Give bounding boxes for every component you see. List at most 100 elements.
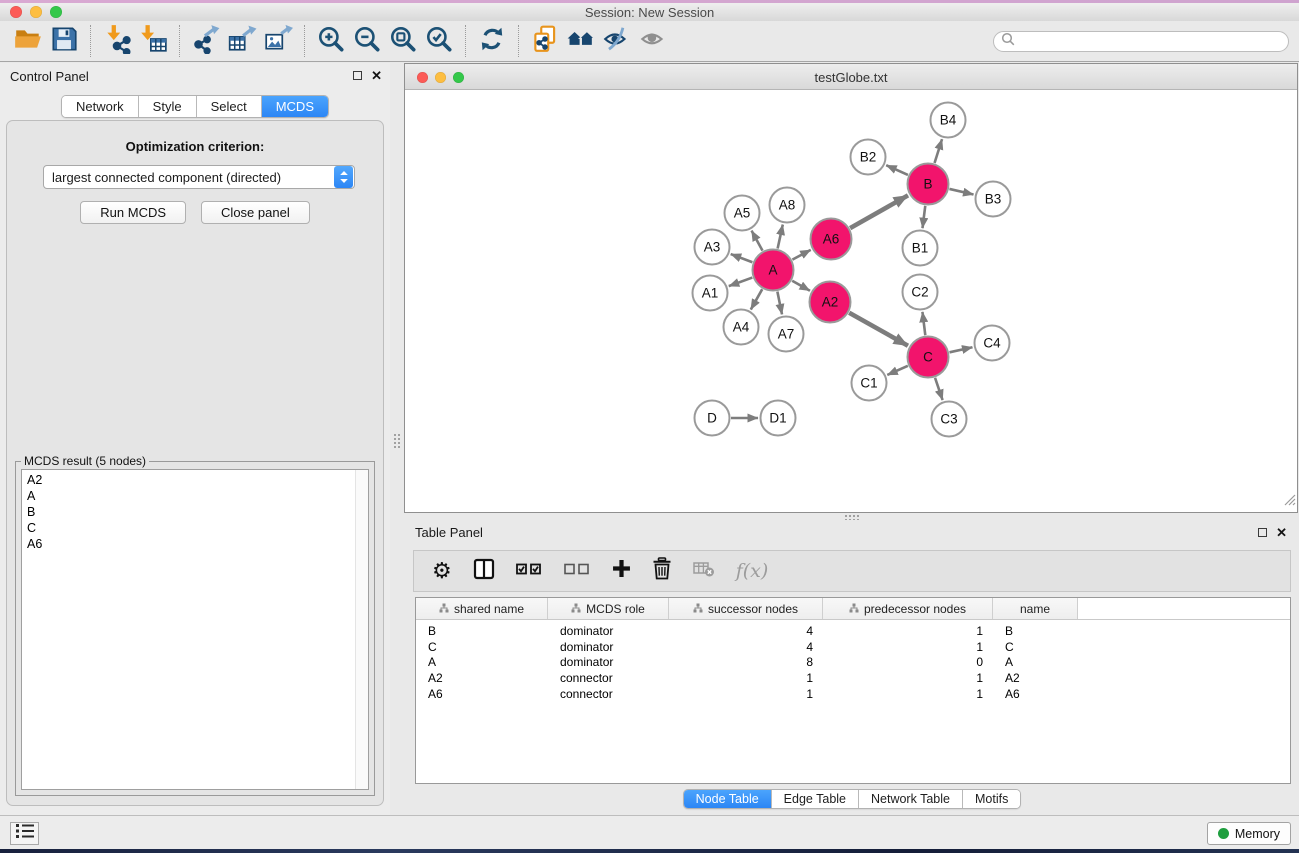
graph-node-A3[interactable]: A3 xyxy=(695,230,730,265)
graph-edge-A-A4[interactable] xyxy=(751,289,762,309)
table-cell[interactable]: connector xyxy=(548,671,669,685)
save-session-button[interactable] xyxy=(46,24,82,58)
deselect-all-button[interactable] xyxy=(564,562,591,580)
result-item[interactable]: A6 xyxy=(22,536,368,552)
graph-edge-A6-B[interactable] xyxy=(850,195,908,228)
table-settings-button[interactable]: ⚙ xyxy=(432,560,452,582)
graph-node-D[interactable]: D xyxy=(695,401,730,436)
table-cell[interactable]: dominator xyxy=(548,624,669,638)
graph-edge-A-A2[interactable] xyxy=(792,281,810,291)
network-canvas[interactable]: B4B2BB3A8A5A6A3B1AA1C2A2A4A7C4CC1DD1C3 xyxy=(405,90,1297,512)
zoom-out-button[interactable] xyxy=(349,24,385,58)
tab-select[interactable]: Select xyxy=(196,96,261,117)
table-row[interactable]: A6connector11A6 xyxy=(416,686,1290,702)
graph-node-B1[interactable]: B1 xyxy=(903,231,938,266)
column-view-button[interactable] xyxy=(473,558,495,585)
graph-node-C4[interactable]: C4 xyxy=(975,326,1010,361)
graph-edge-C-C2[interactable] xyxy=(922,312,925,335)
graph-node-C2[interactable]: C2 xyxy=(903,275,938,310)
run-mcds-button[interactable]: Run MCDS xyxy=(80,201,186,224)
table-cell[interactable]: 0 xyxy=(823,655,993,669)
graph-node-A4[interactable]: A4 xyxy=(724,310,759,345)
table-cell[interactable]: B xyxy=(993,624,1078,638)
graph-node-B2[interactable]: B2 xyxy=(851,140,886,175)
table-cell[interactable]: C xyxy=(993,640,1078,654)
table-cell[interactable]: connector xyxy=(548,687,669,701)
table-cell[interactable]: B xyxy=(416,624,548,638)
graph-node-A2[interactable]: A2 xyxy=(810,282,851,323)
graph-node-C[interactable]: C xyxy=(908,337,949,378)
table-cell[interactable]: A xyxy=(416,655,548,669)
add-column-button[interactable] xyxy=(612,559,631,583)
graph-node-D1[interactable]: D1 xyxy=(761,401,796,436)
tab-style[interactable]: Style xyxy=(138,96,196,117)
graph-edge-C-C3[interactable] xyxy=(935,378,943,400)
float-table-panel-icon[interactable] xyxy=(1258,528,1267,537)
column-header-successor-nodes[interactable]: successor nodes xyxy=(669,598,823,619)
table-cell[interactable]: A xyxy=(993,655,1078,669)
table-cell[interactable]: 1 xyxy=(823,687,993,701)
column-header-shared-name[interactable]: shared name xyxy=(416,598,548,619)
graph-node-A6[interactable]: A6 xyxy=(811,219,852,260)
graph-node-A5[interactable]: A5 xyxy=(725,196,760,231)
table-cell[interactable]: 4 xyxy=(669,640,823,654)
graph-edge-A-A6[interactable] xyxy=(792,250,810,260)
column-header-mcds-role[interactable]: MCDS role xyxy=(548,598,669,619)
table-cell[interactable]: 1 xyxy=(669,671,823,685)
result-item[interactable]: C xyxy=(22,520,368,536)
task-history-button[interactable] xyxy=(10,822,39,845)
function-builder-button[interactable]: f(x) xyxy=(736,560,769,582)
result-item[interactable]: B xyxy=(22,504,368,520)
select-all-button[interactable] xyxy=(516,562,543,580)
result-item[interactable]: A2 xyxy=(22,472,368,488)
delete-table-button[interactable] xyxy=(693,561,715,582)
tab-network[interactable]: Network xyxy=(62,96,138,117)
tab-network-table[interactable]: Network Table xyxy=(858,790,962,808)
export-network-button[interactable] xyxy=(188,24,224,58)
graph-node-C3[interactable]: C3 xyxy=(932,402,967,437)
graph-node-A[interactable]: A xyxy=(753,250,794,291)
close-table-panel-icon[interactable]: ✕ xyxy=(1276,526,1287,539)
graph-node-C1[interactable]: C1 xyxy=(852,366,887,401)
panel-divider[interactable] xyxy=(390,63,404,815)
table-row[interactable]: Bdominator41B xyxy=(416,623,1290,639)
zoom-fit-button[interactable] xyxy=(385,24,421,58)
table-row[interactable]: Adominator80A xyxy=(416,655,1290,671)
column-header-predecessor-nodes[interactable]: predecessor nodes xyxy=(823,598,993,619)
export-table-button[interactable] xyxy=(224,24,260,58)
clone-network-button[interactable] xyxy=(527,24,563,58)
graph-edge-A-A8[interactable] xyxy=(778,225,783,249)
table-cell[interactable]: 1 xyxy=(823,671,993,685)
table-cell[interactable]: 1 xyxy=(823,640,993,654)
result-scrollbar[interactable] xyxy=(355,470,368,789)
zoom-selected-button[interactable] xyxy=(421,24,457,58)
graph-node-A1[interactable]: A1 xyxy=(693,276,728,311)
graph-edge-B-B3[interactable] xyxy=(949,189,973,195)
tab-edge-table[interactable]: Edge Table xyxy=(771,790,858,808)
table-cell[interactable]: 1 xyxy=(669,687,823,701)
graph-edge-A2-C[interactable] xyxy=(849,313,908,346)
close-panel-button[interactable]: Close panel xyxy=(201,201,310,224)
graph-edge-A-A7[interactable] xyxy=(777,292,782,315)
graph-edge-A-A5[interactable] xyxy=(752,231,763,251)
graph-edge-B-B1[interactable] xyxy=(922,206,925,228)
table-cell[interactable]: C xyxy=(416,640,548,654)
table-cell[interactable]: A6 xyxy=(993,687,1078,701)
tab-mcds[interactable]: MCDS xyxy=(261,96,328,117)
close-panel-icon[interactable]: ✕ xyxy=(371,69,382,82)
table-cell[interactable]: A2 xyxy=(416,671,548,685)
table-cell[interactable]: dominator xyxy=(548,640,669,654)
graph-edge-C-C1[interactable] xyxy=(887,366,908,375)
column-header-name[interactable]: name xyxy=(993,598,1078,619)
table-cell[interactable]: 4 xyxy=(669,624,823,638)
show-graphics-details-button[interactable] xyxy=(635,24,671,58)
hide-graphics-details-button[interactable] xyxy=(599,24,635,58)
table-cell[interactable]: A2 xyxy=(993,671,1078,685)
network-window-titlebar[interactable]: testGlobe.txt xyxy=(405,64,1297,90)
memory-button[interactable]: Memory xyxy=(1207,822,1291,845)
zoom-in-button[interactable] xyxy=(313,24,349,58)
optimization-criterion-dropdown[interactable]: largest connected component (directed) xyxy=(43,165,355,189)
graph-edge-C-C4[interactable] xyxy=(949,347,972,352)
open-file-button[interactable] xyxy=(10,24,46,58)
graph-node-B[interactable]: B xyxy=(908,164,949,205)
